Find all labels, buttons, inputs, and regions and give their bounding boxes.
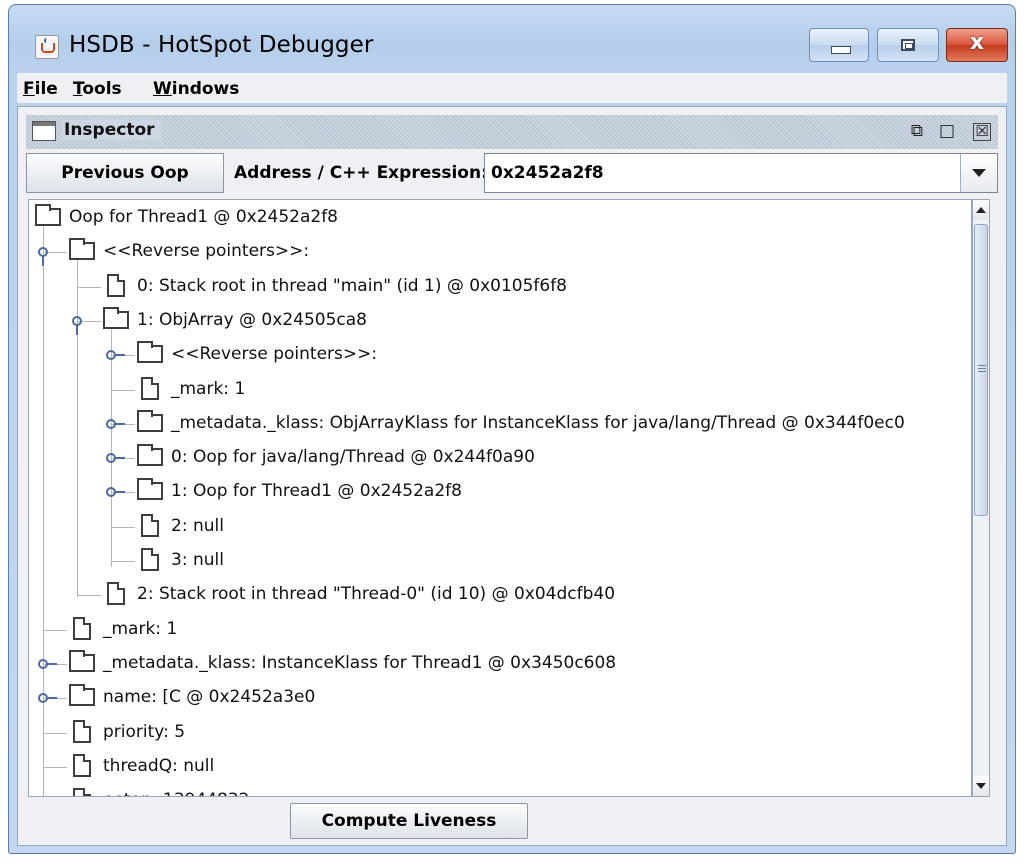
- tree-node-label: _mark: 1: [103, 618, 178, 639]
- address-label: Address / C++ Expression:: [234, 163, 488, 183]
- document-icon: [107, 273, 125, 297]
- menu-file-mnemonic: F: [23, 79, 35, 99]
- menu-tools-label: ools: [82, 79, 122, 99]
- inspector-title-bar[interactable]: Inspector ⧉ □ ☒: [26, 115, 998, 149]
- close-button[interactable]: x: [946, 28, 1008, 62]
- scroll-thumb[interactable]: [974, 224, 988, 516]
- title-bar[interactable]: HSDB - HotSpot Debugger x: [9, 5, 1015, 69]
- folder-icon: [69, 684, 95, 707]
- menu-windows-label: indows: [171, 79, 240, 99]
- tree-node-label: _mark: 1: [171, 378, 246, 399]
- expand-handle-icon[interactable]: [106, 453, 125, 465]
- restore-icon[interactable]: ⧉: [906, 121, 928, 141]
- maximize-icon: [901, 39, 915, 51]
- menu-windows-mnemonic: W: [153, 79, 172, 99]
- scroll-up-icon[interactable]: [973, 200, 989, 220]
- bottom-bar: Compute Liveness: [28, 801, 990, 841]
- folder-icon: [35, 204, 61, 226]
- minimize-button[interactable]: [809, 28, 869, 62]
- tree-node-label: threadQ: null: [103, 755, 215, 776]
- previous-oop-button[interactable]: Previous Oop: [26, 153, 224, 193]
- collapse-handle-icon[interactable]: [38, 247, 50, 267]
- document-icon: [107, 582, 125, 606]
- tree-connector-line: [111, 326, 112, 567]
- tree-connector-line: [77, 258, 78, 598]
- tree-connector-line: [111, 389, 135, 391]
- tree-node-label: _metadata._klass: InstanceKlass for Thre…: [103, 652, 617, 673]
- folder-icon: [69, 649, 95, 672]
- close-frame-icon[interactable]: ☒: [973, 123, 991, 141]
- tree-node-label: 2: null: [171, 515, 224, 536]
- document-icon: [141, 513, 159, 537]
- tree-node-label: 1: Oop for Thread1 @ 0x2452a2f8: [171, 481, 462, 502]
- tree-node-label: 2: Stack root in thread "Thread-0" (id 1…: [137, 584, 616, 605]
- tree-node-label: <<Reverse pointers>>:: [171, 344, 378, 365]
- hsdb-window: HSDB - HotSpot Debugger x File Tools Win…: [8, 4, 1016, 854]
- tree-node-label: Oop for Thread1 @ 0x2452a2f8: [69, 207, 338, 227]
- expand-handle-icon[interactable]: [106, 487, 125, 499]
- dropdown-arrow-icon[interactable]: [960, 154, 997, 192]
- tree-node-label: _metadata._klass: ObjArrayKlass for Inst…: [171, 412, 905, 433]
- address-combobox[interactable]: [484, 153, 998, 193]
- menu-file[interactable]: File: [23, 79, 58, 99]
- maximize-button[interactable]: [877, 28, 939, 62]
- inspector-frame: Inspector ⧉ □ ☒ Previous Oop Address / C…: [18, 107, 1006, 845]
- tree-node-label: name: [C @ 0x2452a3e0: [103, 687, 316, 708]
- collapse-handle-icon[interactable]: [72, 315, 84, 335]
- document-icon: [73, 753, 91, 777]
- tree-connector-line: [43, 732, 67, 734]
- tree-node-label: priority: 5: [103, 721, 186, 742]
- tree-node-label: 0: Oop for java/lang/Thread @ 0x244f0a90: [171, 447, 535, 468]
- document-icon: [73, 719, 91, 743]
- address-row: Previous Oop Address / C++ Expression:: [26, 153, 998, 193]
- tree-connector-line: [111, 561, 135, 562]
- menu-tools[interactable]: Tools: [73, 79, 122, 99]
- window-title: HSDB - HotSpot Debugger: [69, 32, 374, 58]
- expand-handle-icon[interactable]: [38, 693, 57, 705]
- close-icon: x: [969, 30, 985, 55]
- folder-icon: [137, 341, 163, 364]
- desktop-pane: Inspector ⧉ □ ☒ Previous Oop Address / C…: [17, 106, 1007, 846]
- document-icon: [73, 616, 91, 640]
- tree-node-label: 1: ObjArray @ 0x24505ca8: [137, 309, 367, 330]
- menu-file-label: ile: [34, 79, 58, 99]
- vertical-scrollbar[interactable]: [972, 199, 990, 797]
- window-icon: [32, 121, 56, 141]
- folder-icon: [137, 444, 163, 467]
- folder-icon: [137, 478, 163, 501]
- document-icon: [73, 788, 91, 796]
- minimize-icon: [831, 46, 851, 54]
- menu-tools-mnemonic: T: [73, 79, 83, 99]
- document-icon: [141, 376, 159, 400]
- compute-liveness-button[interactable]: Compute Liveness: [290, 803, 528, 839]
- tree-connector-line: [43, 224, 44, 796]
- address-input[interactable]: [491, 163, 951, 183]
- menu-windows[interactable]: Windows: [153, 79, 239, 99]
- tree-connector-line: [43, 629, 67, 631]
- expand-handle-icon[interactable]: [106, 418, 125, 431]
- document-icon: [141, 548, 159, 571]
- tree-node-label: 0: Stack root in thread "main" (id 1) @ …: [137, 275, 567, 296]
- tree-connector-line: [77, 595, 101, 597]
- expand-handle-icon[interactable]: [38, 658, 57, 671]
- inspector-title: Inspector: [62, 120, 161, 140]
- tree-connector-line: [77, 286, 101, 288]
- tree-node-label: 3: null: [171, 550, 224, 570]
- oop-tree[interactable]: Oop for Thread1 @ 0x2452a2f8 <<Reverse po…: [28, 199, 972, 797]
- scroll-down-icon[interactable]: [973, 776, 989, 796]
- tree-connector-line: [43, 766, 67, 768]
- tree-connector-line: [111, 526, 135, 528]
- java-app-icon: [35, 35, 59, 59]
- maximize-frame-icon[interactable]: □: [936, 121, 958, 141]
- expand-handle-icon[interactable]: [106, 350, 125, 362]
- tree-node-label: eetop: 13944832: [103, 790, 249, 796]
- menu-bar: File Tools Windows: [17, 73, 1007, 103]
- tree-node-label: <<Reverse pointers>>:: [103, 241, 310, 262]
- folder-icon: [103, 306, 129, 329]
- folder-icon: [137, 409, 163, 432]
- folder-icon: [69, 238, 95, 261]
